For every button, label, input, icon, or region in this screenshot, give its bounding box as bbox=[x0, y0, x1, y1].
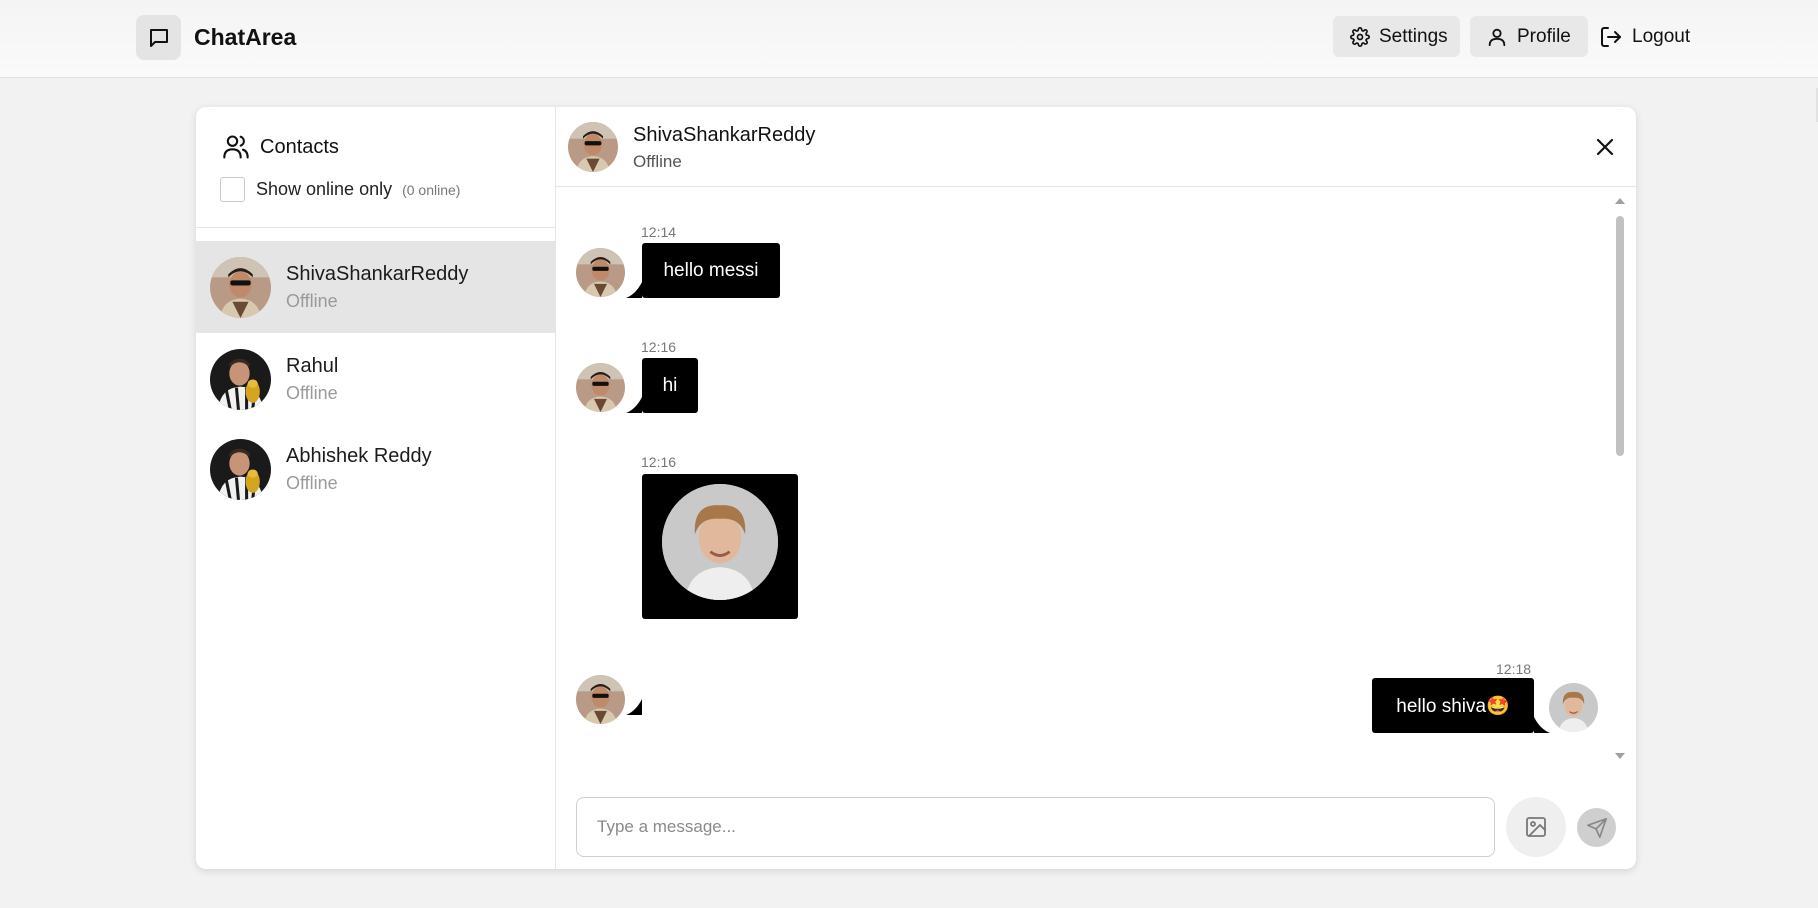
sidebar-divider bbox=[196, 227, 556, 228]
contacts-title: Contacts bbox=[260, 135, 339, 158]
contact-name: ShivaShankarReddy bbox=[286, 262, 469, 285]
close-icon bbox=[1596, 138, 1614, 156]
chat-contact-name: ShivaShankarReddy bbox=[633, 124, 816, 146]
contact-item-abhishek-reddy[interactable]: Abhishek Reddy Offline bbox=[196, 423, 556, 515]
message-scrollbar[interactable] bbox=[1614, 196, 1626, 761]
message-bubble[interactable]: hello shiva🤩 bbox=[1372, 678, 1534, 733]
logout-label: Logout bbox=[1632, 25, 1691, 47]
avatar bbox=[210, 439, 271, 500]
attach-image-button[interactable] bbox=[1506, 797, 1566, 857]
contacts-sidebar: Contacts Show online only (0 online) Shi… bbox=[196, 107, 556, 869]
show-online-checkbox[interactable] bbox=[220, 177, 245, 202]
user-icon bbox=[1488, 28, 1506, 46]
brand[interactable]: ChatArea bbox=[136, 15, 296, 60]
contact-name: Rahul bbox=[286, 354, 339, 377]
contact-status: Offline bbox=[286, 290, 338, 311]
show-online-label[interactable]: Show online only bbox=[256, 179, 392, 200]
scroll-thumb[interactable] bbox=[1616, 216, 1624, 456]
online-filter: Show online only (0 online) bbox=[220, 177, 460, 202]
scroll-down-arrow-icon[interactable] bbox=[1614, 751, 1626, 761]
avatar bbox=[210, 349, 271, 410]
message-bubble[interactable]: hello messi bbox=[642, 243, 780, 298]
contact-status: Offline bbox=[286, 382, 338, 403]
profile-button[interactable]: Profile bbox=[1470, 16, 1588, 57]
online-count: (0 online) bbox=[402, 181, 461, 198]
send-button[interactable] bbox=[1577, 808, 1616, 847]
avatar bbox=[576, 248, 625, 297]
bubble-tail bbox=[626, 282, 642, 298]
profile-label: Profile bbox=[1517, 25, 1571, 47]
image-icon bbox=[1526, 817, 1546, 837]
close-chat-button[interactable] bbox=[1593, 135, 1617, 159]
contact-item-rahul[interactable]: Rahul Offline bbox=[196, 333, 556, 425]
scroll-up-arrow-icon[interactable] bbox=[1614, 196, 1626, 206]
message-time: 12:16 bbox=[641, 339, 677, 355]
avatar bbox=[568, 122, 618, 172]
contact-name: Abhishek Reddy bbox=[286, 444, 432, 467]
users-icon bbox=[223, 135, 249, 159]
top-bar: ChatArea Settings Profile Logout bbox=[0, 0, 1818, 78]
avatar bbox=[210, 257, 271, 318]
settings-button[interactable]: Settings bbox=[1333, 16, 1460, 57]
app-name: ChatArea bbox=[194, 24, 297, 50]
chat-panel: ShivaShankarReddy Offline 12:14 hello me… bbox=[556, 107, 1636, 869]
avatar bbox=[1549, 683, 1598, 732]
message-time: 12:18 bbox=[1496, 661, 1532, 677]
message-input[interactable] bbox=[576, 797, 1495, 857]
avatar bbox=[576, 363, 625, 412]
message-list: 12:14 hello messi 12:16 hi 12:16 12:18 h… bbox=[556, 188, 1636, 768]
logout-icon bbox=[1601, 26, 1621, 47]
contacts-header: Contacts bbox=[222, 133, 339, 161]
gear-icon bbox=[1350, 26, 1370, 47]
send-icon bbox=[1586, 817, 1607, 838]
contact-item-shivashankarreddy[interactable]: ShivaShankarReddy Offline bbox=[196, 241, 556, 333]
chat-bubble-icon bbox=[136, 15, 181, 60]
chat-card: Contacts Show online only (0 online) Shi… bbox=[196, 107, 1636, 869]
message-time: 12:14 bbox=[641, 224, 677, 240]
contact-status: Offline bbox=[286, 472, 338, 493]
message-time: 12:16 bbox=[641, 454, 677, 470]
message-composer bbox=[556, 787, 1636, 857]
bubble-tail bbox=[626, 397, 642, 413]
message-bubble[interactable]: hi bbox=[642, 358, 698, 413]
avatar bbox=[576, 675, 625, 724]
logout-button[interactable]: Logout bbox=[1599, 16, 1699, 57]
message-image[interactable] bbox=[662, 484, 778, 600]
chat-header: ShivaShankarReddy Offline bbox=[556, 107, 1636, 187]
settings-label: Settings bbox=[1379, 25, 1448, 47]
image-message-bubble[interactable] bbox=[642, 474, 798, 619]
bubble-tail bbox=[1534, 717, 1550, 733]
chat-contact-status: Offline bbox=[633, 152, 682, 171]
bubble-tail bbox=[626, 699, 642, 715]
